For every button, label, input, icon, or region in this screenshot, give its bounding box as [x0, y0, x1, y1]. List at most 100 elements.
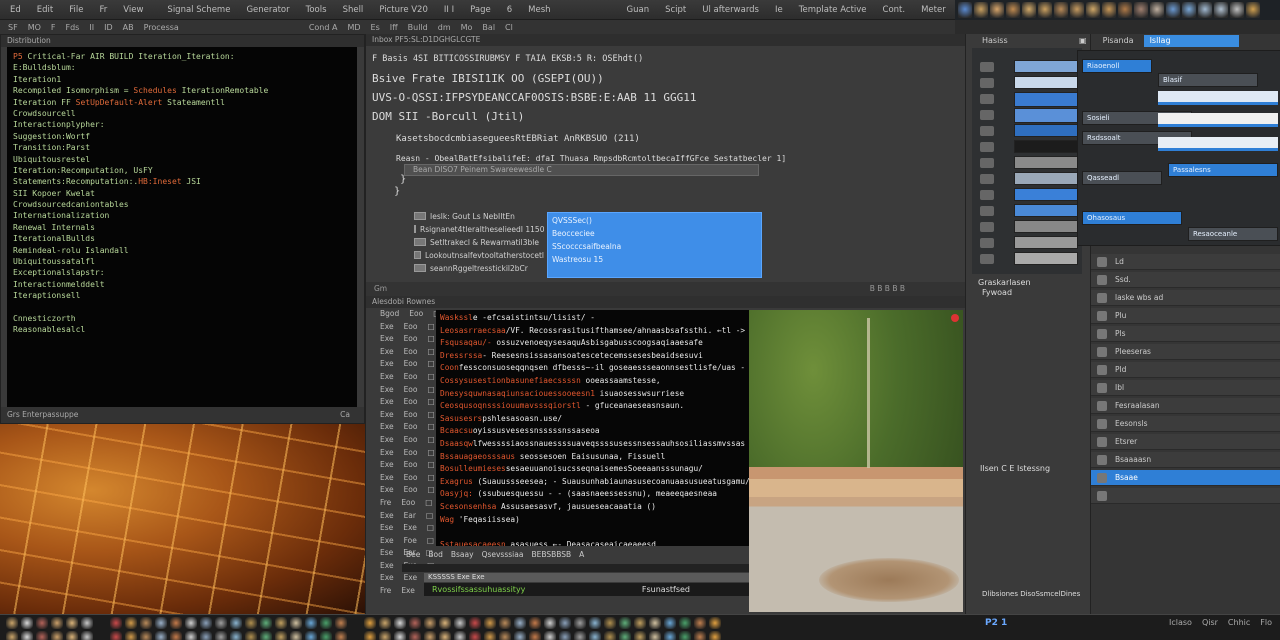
output-tab[interactable]: A — [579, 550, 584, 562]
tray-icon[interactable] — [709, 631, 721, 640]
tray-icon[interactable] — [424, 631, 436, 640]
gallery-row[interactable]: Riaoenoll — [1082, 59, 1152, 73]
console-output[interactable]: P5 Critical-Far AIR BUILD Iteration_Iter… — [7, 47, 357, 409]
toolbar-item[interactable]: Cond A — [309, 23, 338, 32]
tool-icon[interactable] — [1086, 2, 1100, 18]
tray-icon[interactable] — [200, 617, 212, 629]
tray-icon[interactable] — [694, 631, 706, 640]
tool-icon[interactable] — [1038, 2, 1052, 18]
tray-icon[interactable] — [379, 617, 391, 629]
tool-icon[interactable] — [1230, 2, 1244, 18]
tray-icon[interactable] — [559, 617, 571, 629]
asset-icon[interactable] — [980, 174, 994, 184]
asset-icon[interactable] — [980, 190, 994, 200]
asset-icon[interactable] — [980, 254, 994, 264]
console-footer-button[interactable]: Ca — [340, 407, 350, 423]
gallery-row[interactable]: Blasif — [1158, 73, 1258, 87]
tray-icon[interactable] — [409, 617, 421, 629]
status-item[interactable]: Qisr — [1202, 618, 1218, 627]
tray-icon[interactable] — [245, 631, 257, 640]
asset-icon[interactable] — [980, 62, 994, 72]
tray-icon[interactable] — [140, 631, 152, 640]
tray-icon[interactable] — [454, 617, 466, 629]
tray-icon[interactable] — [290, 617, 302, 629]
tray-icon[interactable] — [320, 617, 332, 629]
property-row[interactable]: Rsignanet4tleraltheselieedI 1150 — [414, 223, 544, 236]
toolbar-item[interactable]: Fds — [66, 23, 80, 32]
asset-thumbnail[interactable] — [1014, 172, 1078, 185]
tray-icon[interactable] — [200, 631, 212, 640]
toolbar-item[interactable]: Iff — [390, 23, 398, 32]
menu-item-shell[interactable]: Shell — [339, 4, 368, 16]
3d-viewport-tiled-floor[interactable] — [0, 424, 365, 614]
tray-icon[interactable] — [81, 631, 93, 640]
layer-row[interactable]: Bsaaaasn — [1091, 452, 1280, 468]
tray-icon[interactable] — [484, 617, 496, 629]
tray-icon[interactable] — [290, 631, 302, 640]
tool-icon[interactable] — [1198, 2, 1212, 18]
toolbar-item[interactable]: dm — [438, 23, 451, 32]
tray-icon[interactable] — [379, 631, 391, 640]
tray-icon[interactable] — [679, 617, 691, 629]
tray-icon[interactable] — [245, 617, 257, 629]
tray-icon[interactable] — [36, 631, 48, 640]
autocomplete-item[interactable]: SScocccsaifbealna — [552, 240, 757, 253]
editor-selection-bar[interactable]: Bean DISO7 Peinem Swareewesdle C — [404, 164, 759, 176]
gallery-row[interactable]: Ohasosaus — [1082, 211, 1182, 225]
tray-icon[interactable] — [454, 631, 466, 640]
thumbnail-column[interactable] — [972, 48, 1082, 274]
toolbar-item[interactable]: II — [89, 23, 94, 32]
menu-item-6[interactable]: 6 — [503, 4, 516, 16]
tray-icon[interactable] — [439, 617, 451, 629]
tray-icon[interactable] — [634, 617, 646, 629]
layer-row[interactable]: Ssd. — [1091, 272, 1280, 288]
tray-icon[interactable] — [305, 617, 317, 629]
asset-thumbnail[interactable] — [1014, 236, 1078, 249]
gallery-list[interactable]: Riaoenoll Blasif Sosieli Rsdssoalt Qasseadl O… — [1077, 50, 1280, 246]
asset-thumbnail[interactable] — [1014, 92, 1078, 107]
tray-icon[interactable] — [364, 631, 376, 640]
tool-icon[interactable] — [1246, 2, 1260, 18]
tray-icon[interactable] — [66, 617, 78, 629]
meter-button[interactable]: Meter — [917, 4, 950, 16]
asset-thumbnail[interactable] — [1014, 124, 1078, 137]
layer-row[interactable]: Eesonsls — [1091, 416, 1280, 432]
output-scrollbar[interactable] — [402, 564, 750, 572]
tray-icon[interactable] — [275, 631, 287, 640]
tool-icon[interactable] — [1102, 2, 1116, 18]
tool-icon[interactable] — [958, 2, 972, 18]
tray-icon[interactable] — [155, 631, 167, 640]
tray-icon[interactable] — [544, 631, 556, 640]
status-item[interactable]: Chhic — [1228, 618, 1250, 627]
tool-icon[interactable] — [1070, 2, 1084, 18]
tray-icon[interactable] — [6, 617, 18, 629]
layer-row[interactable]: Pleeseras — [1091, 344, 1280, 360]
tray-icon[interactable] — [110, 617, 122, 629]
tray-icon[interactable] — [51, 631, 63, 640]
tray-icon[interactable] — [514, 631, 526, 640]
cont-button[interactable]: Cont. — [879, 4, 910, 16]
layer-row[interactable]: laske wbs ad — [1091, 290, 1280, 306]
panel-label[interactable]: Fywoad — [982, 288, 1012, 297]
menu-item-signal-scheme[interactable]: Signal Scheme — [163, 4, 234, 16]
asset-icon[interactable] — [980, 110, 994, 120]
asset-thumbnail[interactable] — [1014, 220, 1078, 233]
tray-icon[interactable] — [230, 617, 242, 629]
menu-item-page[interactable]: Page — [466, 4, 495, 16]
tray-icon[interactable] — [499, 631, 511, 640]
toolbar-item[interactable]: SF — [8, 23, 18, 32]
tray-icon[interactable] — [140, 617, 152, 629]
property-row[interactable]: Ieslk: Gout Ls NebIItEn — [414, 210, 544, 223]
toolbar-item[interactable]: Bulld — [408, 23, 428, 32]
tray-icon[interactable] — [439, 631, 451, 640]
tray-icon[interactable] — [664, 617, 676, 629]
tray-icon[interactable] — [185, 617, 197, 629]
tool-icon[interactable] — [1150, 2, 1164, 18]
layer-row[interactable]: Fesraalasan — [1091, 398, 1280, 414]
template-active-button[interactable]: Template Active — [795, 4, 871, 16]
layer-row[interactable]: Pld — [1091, 362, 1280, 378]
tray-icon[interactable] — [589, 631, 601, 640]
tray-icon[interactable] — [619, 617, 631, 629]
output-tab[interactable]: BEBSBBSB — [531, 550, 571, 562]
tray-icon[interactable] — [589, 617, 601, 629]
